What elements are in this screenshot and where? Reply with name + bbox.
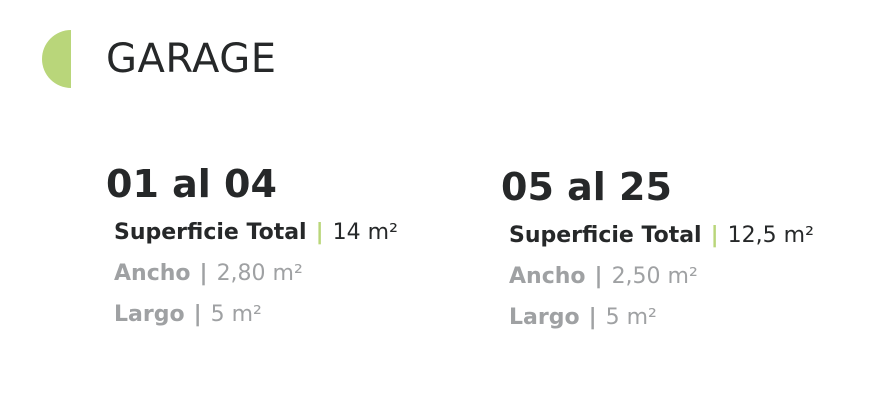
spec-largo: Largo | 5 m²: [114, 294, 398, 335]
spec-separator: |: [193, 302, 202, 327]
spec-separator: |: [199, 261, 208, 286]
spec-label: Ancho: [509, 264, 586, 289]
block-heading: 01 al 04: [106, 162, 277, 206]
spec-superficie-total: Superficie Total | 14 m²: [114, 212, 398, 253]
block-heading: 05 al 25: [501, 165, 672, 209]
spec-value: 5 m²: [605, 305, 657, 330]
garage-block-05-25: 05 al 25 Superficie Total | 12,5 m² Anch…: [501, 163, 814, 338]
spec-value: 2,80 m²: [216, 261, 303, 286]
spec-separator: |: [594, 264, 603, 289]
spec-ancho: Ancho | 2,50 m²: [509, 256, 814, 297]
spec-label: Ancho: [114, 261, 191, 286]
spec-value: 12,5 m²: [727, 223, 814, 248]
garage-block-01-04: 01 al 04 Superficie Total | 14 m² Ancho …: [106, 160, 398, 335]
spec-value: 5 m²: [210, 302, 262, 327]
spec-label: Largo: [509, 305, 580, 330]
spec-value: 2,50 m²: [611, 264, 698, 289]
half-circle-accent-icon: [42, 30, 71, 88]
spec-ancho: Ancho | 2,80 m²: [114, 253, 398, 294]
spec-separator: |: [315, 220, 324, 245]
spec-separator: |: [710, 223, 719, 248]
page-title: GARAGE: [106, 36, 277, 82]
spec-value: 14 m²: [332, 220, 398, 245]
spec-label: Superficie Total: [509, 223, 702, 248]
spec-label: Superficie Total: [114, 220, 307, 245]
spec-label: Largo: [114, 302, 185, 327]
spec-superficie-total: Superficie Total | 12,5 m²: [509, 215, 814, 256]
spec-largo: Largo | 5 m²: [509, 297, 814, 338]
spec-separator: |: [588, 305, 597, 330]
